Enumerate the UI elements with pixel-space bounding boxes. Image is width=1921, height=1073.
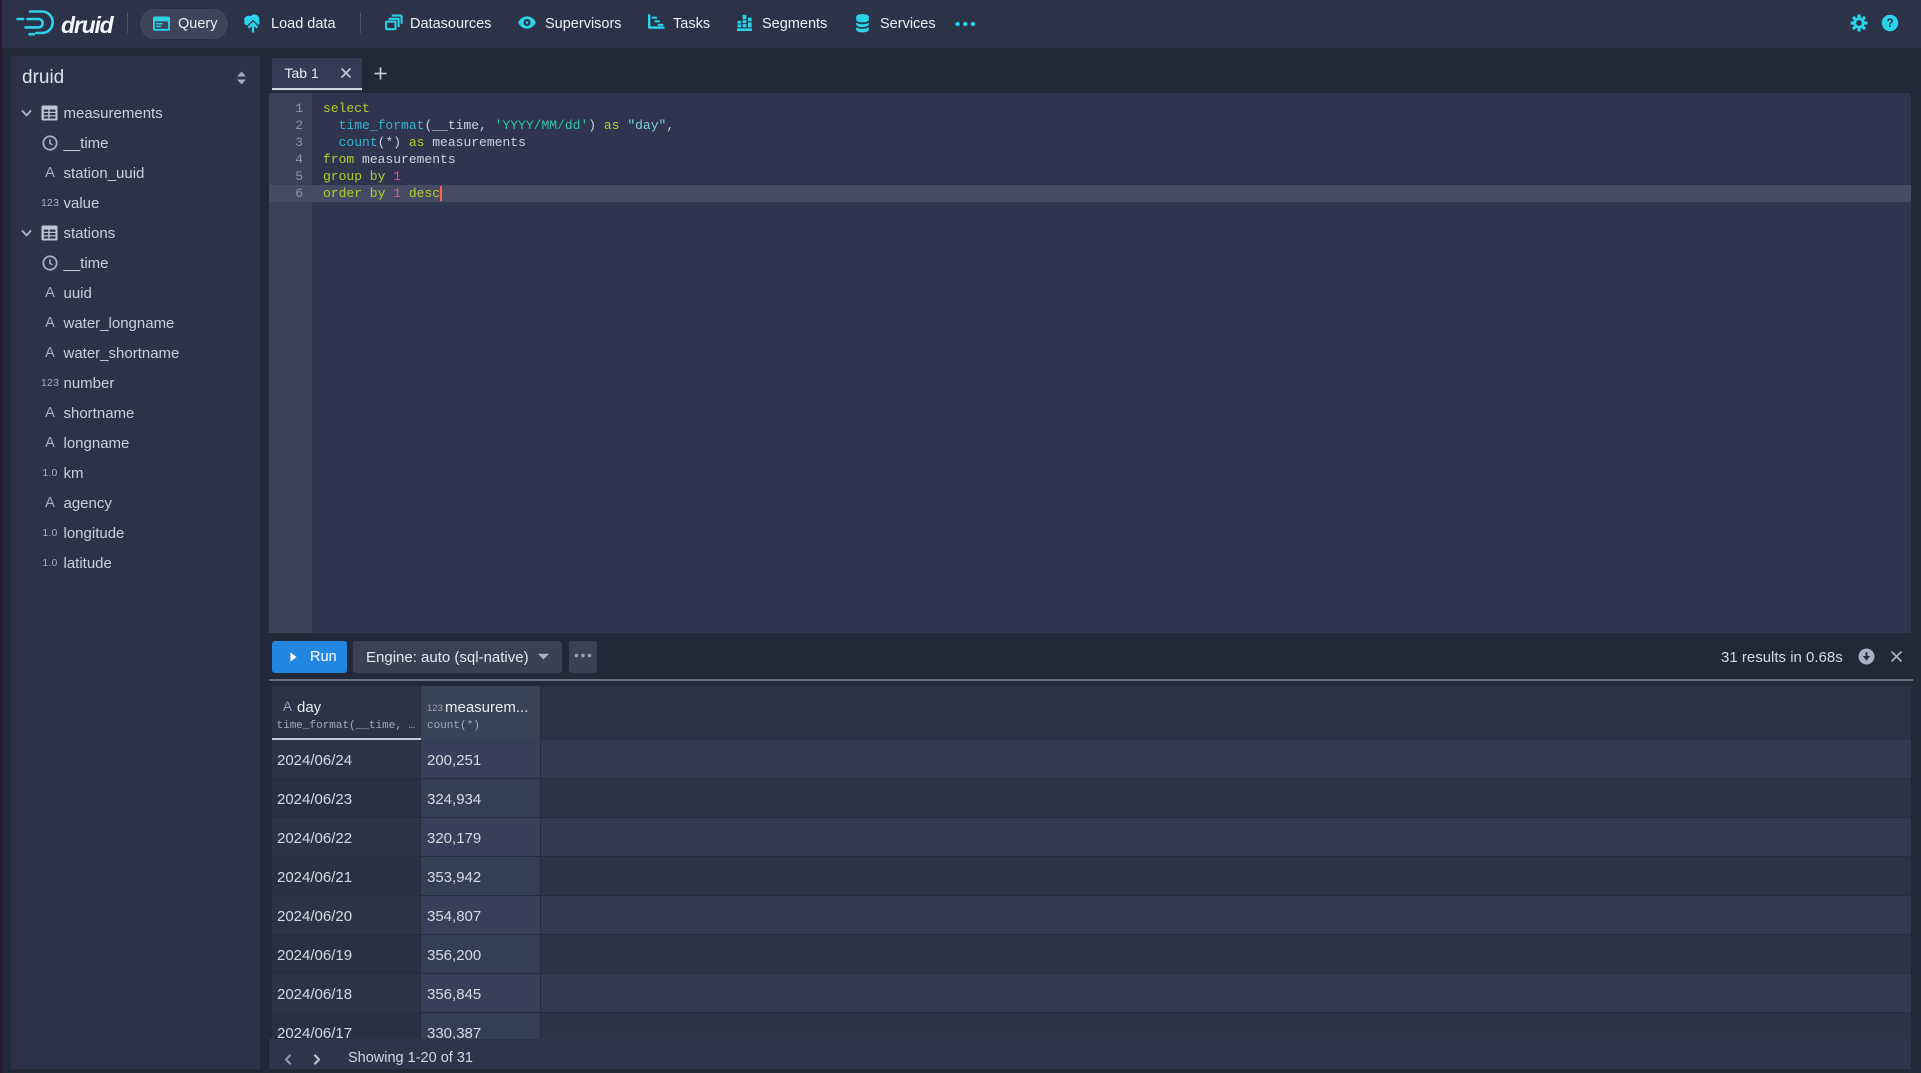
svg-text:?: ? [1886, 18, 1893, 30]
